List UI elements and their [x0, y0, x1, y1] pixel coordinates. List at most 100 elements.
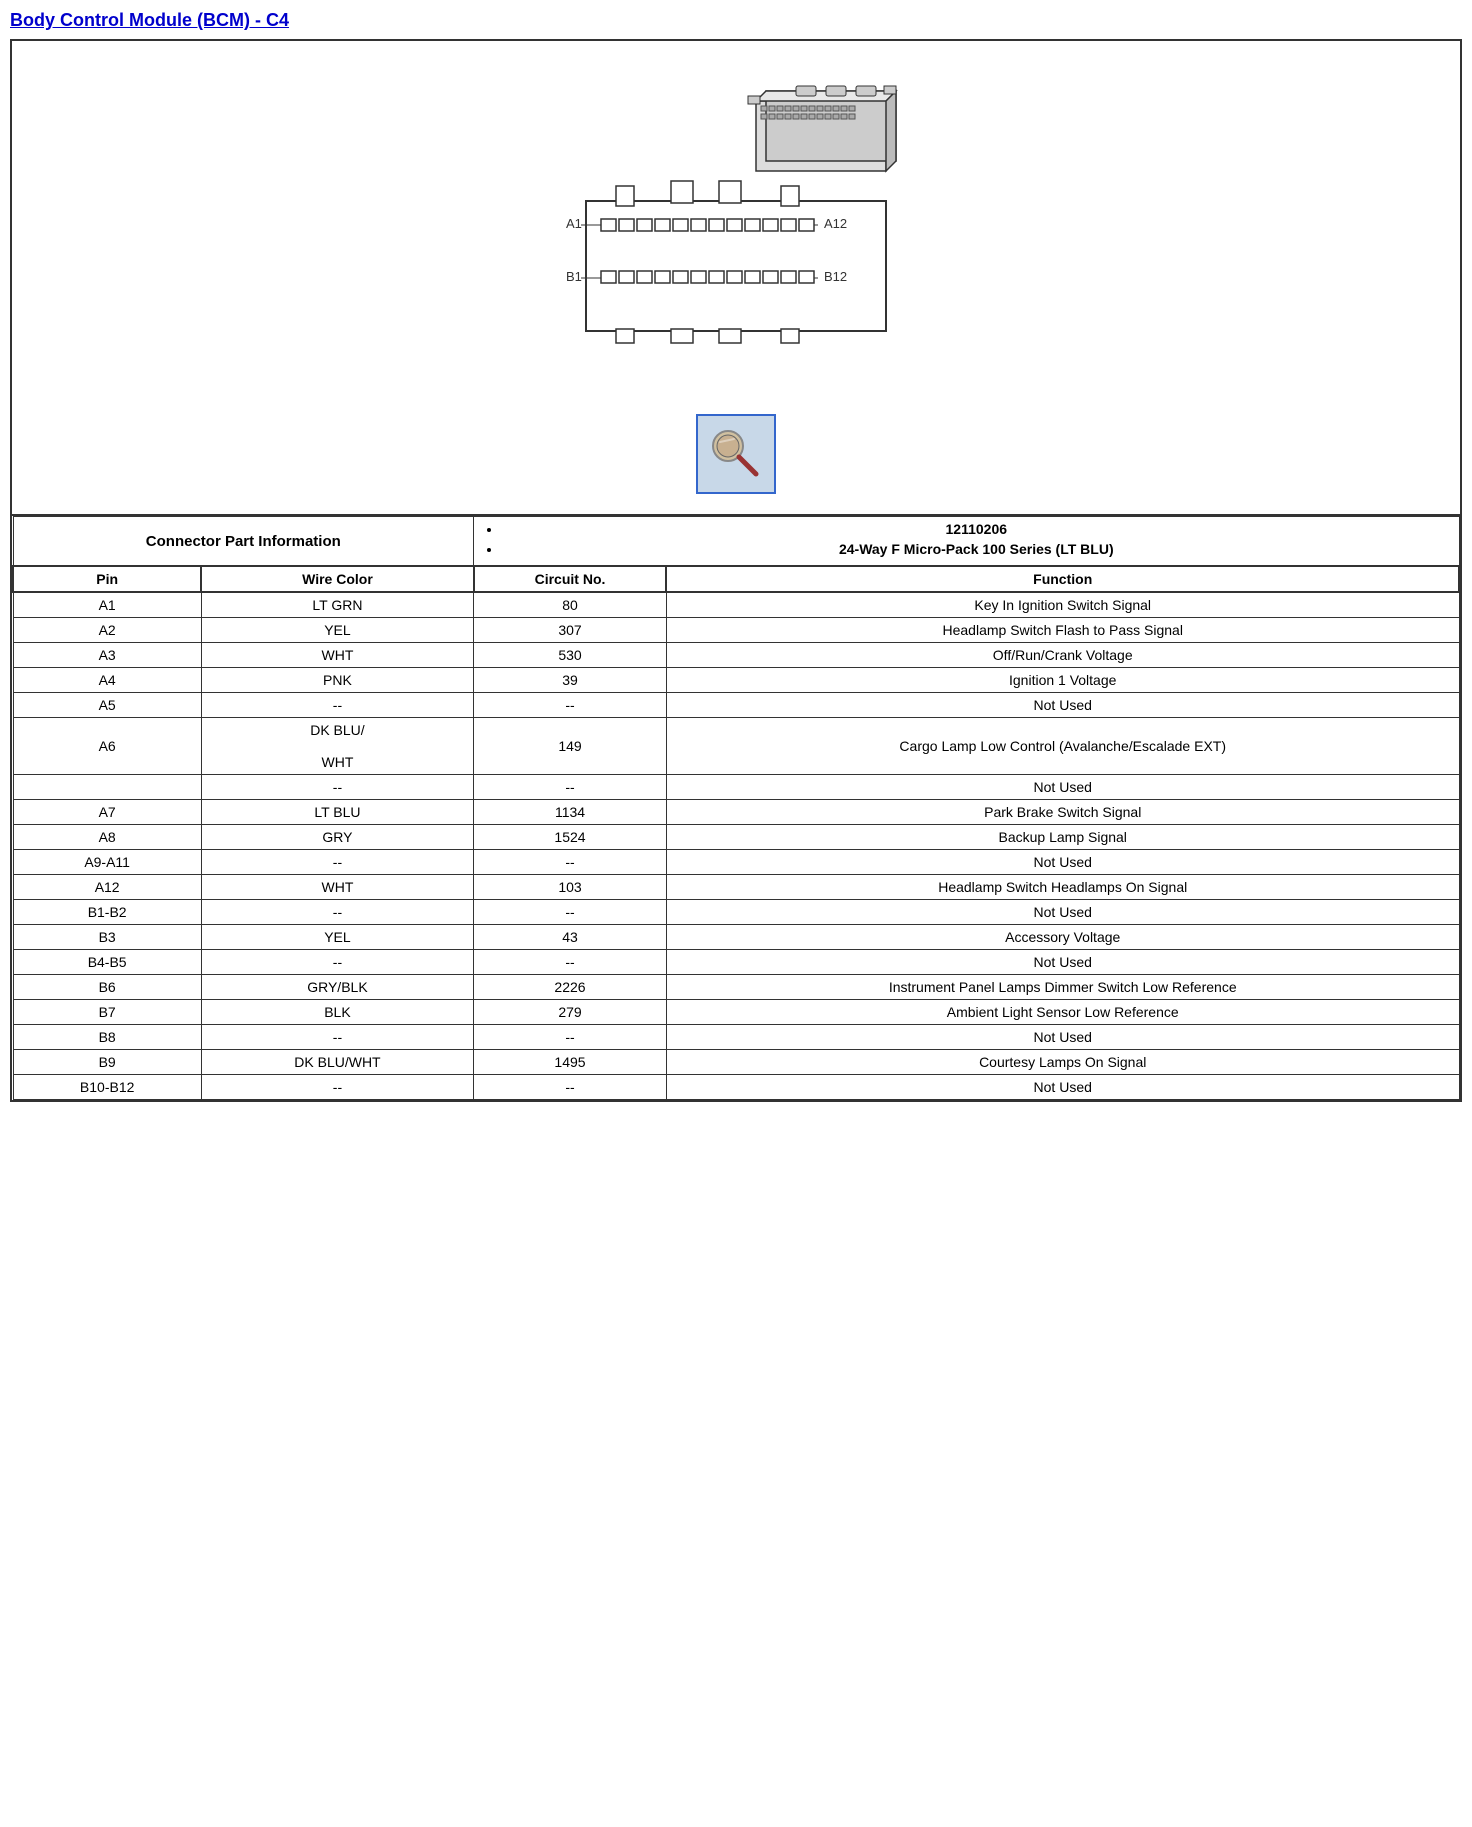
table-row: A6DK BLU/ WHT149Cargo Lamp Low Control (… — [13, 718, 1459, 775]
table-row: B4-B5----Not Used — [13, 950, 1459, 975]
cell-pin: B3 — [13, 925, 201, 950]
svg-text:B1: B1 — [566, 269, 582, 284]
connector-part-row: Connector Part Information 12110206 24-W… — [13, 517, 1459, 567]
cell-wire-color: BLK — [201, 1000, 473, 1025]
cell-function: Headlamp Switch Flash to Pass Signal — [666, 618, 1459, 643]
table-row: A1LT GRN80Key In Ignition Switch Signal — [13, 592, 1459, 618]
cell-circuit: 1524 — [474, 825, 667, 850]
cell-circuit: 307 — [474, 618, 667, 643]
cell-pin: B8 — [13, 1025, 201, 1050]
cell-function: Headlamp Switch Headlamps On Signal — [666, 875, 1459, 900]
page-title: Body Control Module (BCM) - C4 — [10, 10, 1462, 31]
cell-function: Courtesy Lamps On Signal — [666, 1050, 1459, 1075]
table-header-row: Pin Wire Color Circuit No. Function — [13, 566, 1459, 592]
cell-circuit: 149 — [474, 718, 667, 775]
cell-circuit: 279 — [474, 1000, 667, 1025]
cell-function: Ambient Light Sensor Low Reference — [666, 1000, 1459, 1025]
header-wire-color: Wire Color — [201, 566, 473, 592]
cell-function: Not Used — [666, 950, 1459, 975]
cell-function: Not Used — [666, 693, 1459, 718]
cell-circuit: 103 — [474, 875, 667, 900]
cell-pin: B1-B2 — [13, 900, 201, 925]
connector-part-details: 12110206 24-Way F Micro-Pack 100 Series … — [474, 517, 1459, 567]
cell-circuit: 43 — [474, 925, 667, 950]
cell-pin: A6 — [13, 718, 201, 775]
cell-pin: A1 — [13, 592, 201, 618]
cell-function: Not Used — [666, 1075, 1459, 1100]
cell-circuit: 530 — [474, 643, 667, 668]
cell-pin: A7 — [13, 800, 201, 825]
cell-pin: B4-B5 — [13, 950, 201, 975]
main-container: A1 A12 B1 B12 Connector Part Inform — [10, 39, 1462, 1102]
cell-pin: A9-A11 — [13, 850, 201, 875]
svg-text:B12: B12 — [824, 269, 847, 284]
table-row: A5----Not Used — [13, 693, 1459, 718]
cell-wire-color: YEL — [201, 925, 473, 950]
cell-pin: B7 — [13, 1000, 201, 1025]
cell-function: Not Used — [666, 1025, 1459, 1050]
cell-pin: A5 — [13, 693, 201, 718]
table-row: ----Not Used — [13, 775, 1459, 800]
cell-circuit: 1495 — [474, 1050, 667, 1075]
cell-function: Not Used — [666, 775, 1459, 800]
cell-function: Ignition 1 Voltage — [666, 668, 1459, 693]
header-function: Function — [666, 566, 1459, 592]
cell-circuit: -- — [474, 693, 667, 718]
cell-wire-color: -- — [201, 950, 473, 975]
cell-wire-color: PNK — [201, 668, 473, 693]
cell-wire-color: DK BLU/ WHT — [201, 718, 473, 775]
table-row: A7LT BLU1134Park Brake Switch Signal — [13, 800, 1459, 825]
cell-function: Park Brake Switch Signal — [666, 800, 1459, 825]
cell-wire-color: LT GRN — [201, 592, 473, 618]
cell-pin: B9 — [13, 1050, 201, 1075]
table-row: B1-B2----Not Used — [13, 900, 1459, 925]
cell-circuit: -- — [474, 1025, 667, 1050]
cell-pin: A2 — [13, 618, 201, 643]
cell-function: Cargo Lamp Low Control (Avalanche/Escala… — [666, 718, 1459, 775]
table-row: A2YEL307Headlamp Switch Flash to Pass Si… — [13, 618, 1459, 643]
cell-function: Not Used — [666, 900, 1459, 925]
cell-function: Accessory Voltage — [666, 925, 1459, 950]
svg-text:A12: A12 — [824, 216, 847, 231]
cell-circuit: 2226 — [474, 975, 667, 1000]
part-description: 24-Way F Micro-Pack 100 Series (LT BLU) — [502, 541, 1450, 557]
table-row: A4PNK39Ignition 1 Voltage — [13, 668, 1459, 693]
cell-pin: A12 — [13, 875, 201, 900]
cell-wire-color: -- — [201, 775, 473, 800]
cell-circuit: 39 — [474, 668, 667, 693]
table-row: B10-B12----Not Used — [13, 1075, 1459, 1100]
table-row: B6GRY/BLK2226Instrument Panel Lamps Dimm… — [13, 975, 1459, 1000]
cell-circuit: -- — [474, 900, 667, 925]
info-table: Connector Part Information 12110206 24-W… — [12, 516, 1460, 1100]
cell-pin: B6 — [13, 975, 201, 1000]
table-row: A8GRY1524Backup Lamp Signal — [13, 825, 1459, 850]
cell-pin: A3 — [13, 643, 201, 668]
diagram-area: A1 A12 B1 B12 — [12, 41, 1460, 516]
table-row: A3WHT530Off/Run/Crank Voltage — [13, 643, 1459, 668]
table-row: A12WHT103Headlamp Switch Headlamps On Si… — [13, 875, 1459, 900]
header-circuit: Circuit No. — [474, 566, 667, 592]
table-row: A9-A11----Not Used — [13, 850, 1459, 875]
cell-circuit: -- — [474, 775, 667, 800]
part-number: 12110206 — [502, 521, 1450, 537]
cell-pin: A4 — [13, 668, 201, 693]
cell-circuit: -- — [474, 950, 667, 975]
cell-function: Off/Run/Crank Voltage — [666, 643, 1459, 668]
table-row: B3YEL43Accessory Voltage — [13, 925, 1459, 950]
cell-pin — [13, 775, 201, 800]
cell-wire-color: -- — [201, 1025, 473, 1050]
cell-wire-color: WHT — [201, 643, 473, 668]
cell-wire-color: -- — [201, 693, 473, 718]
cell-wire-color: GRY/BLK — [201, 975, 473, 1000]
cell-wire-color: -- — [201, 1075, 473, 1100]
magnify-icon[interactable] — [696, 414, 776, 494]
table-row: B8----Not Used — [13, 1025, 1459, 1050]
cell-wire-color: DK BLU/WHT — [201, 1050, 473, 1075]
table-row: B7BLK279Ambient Light Sensor Low Referen… — [13, 1000, 1459, 1025]
cell-wire-color: -- — [201, 900, 473, 925]
cell-circuit: -- — [474, 850, 667, 875]
cell-wire-color: GRY — [201, 825, 473, 850]
cell-function: Backup Lamp Signal — [666, 825, 1459, 850]
cell-function: Instrument Panel Lamps Dimmer Switch Low… — [666, 975, 1459, 1000]
cell-wire-color: -- — [201, 850, 473, 875]
